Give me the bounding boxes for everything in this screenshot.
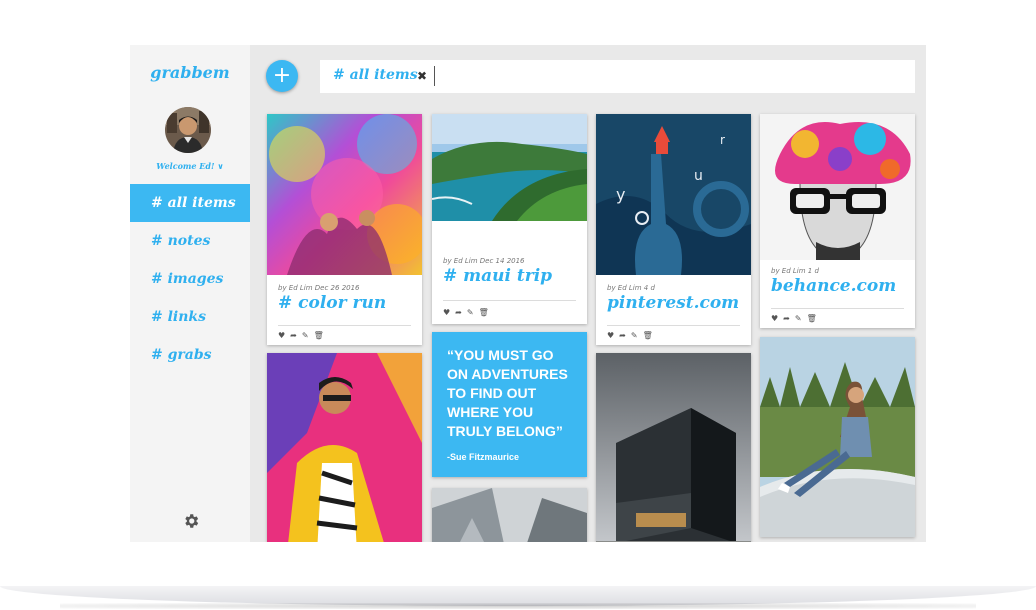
card-byline: by Ed Lim 1 d — [771, 267, 819, 275]
card-pinterest[interactable]: y u r by Ed Lim 4 d pinterest.com ♥➦✎🗑 — [596, 114, 751, 345]
building-image — [596, 353, 751, 542]
edit-icon[interactable]: ✎ — [795, 314, 807, 323]
maui-trip-image — [432, 114, 587, 221]
quote-card[interactable]: “YOU MUST GO ON ADVENTURES TO FIND OUT W… — [432, 332, 587, 477]
card-title[interactable]: pinterest.com — [607, 293, 739, 313]
card-building-image[interactable] — [596, 353, 751, 542]
svg-text:r: r — [720, 133, 725, 147]
active-tag-filter: # all items — [333, 67, 418, 83]
heart-icon[interactable]: ♥ — [771, 314, 783, 323]
gear-icon[interactable] — [182, 512, 200, 530]
sidebar: grabbem Welcome Ed! ∨ # all items # note… — [130, 45, 250, 542]
laptop-shadow — [60, 603, 976, 609]
search-input[interactable] — [434, 66, 907, 86]
card-actions: ♥➦✎🗑 — [278, 331, 329, 340]
edit-icon[interactable]: ✎ — [467, 308, 479, 317]
card-behance[interactable]: by Ed Lim 1 d behance.com ♥➦✎🗑 — [760, 114, 915, 328]
card-title[interactable]: behance.com — [771, 276, 896, 296]
card-byline: by Ed Lim 4 d — [607, 284, 655, 292]
edit-icon[interactable]: ✎ — [631, 331, 643, 340]
trash-icon[interactable]: 🗑 — [807, 314, 822, 323]
share-icon[interactable]: ➦ — [783, 314, 795, 323]
card-actions: ♥➦✎🗑 — [607, 331, 658, 340]
trash-icon[interactable]: 🗑 — [643, 331, 658, 340]
card-travel-image[interactable] — [760, 337, 915, 537]
card-fashion-image[interactable] — [267, 353, 422, 542]
card-byline: by Ed Lim Dec 26 2016 — [278, 284, 360, 292]
sidebar-item-links[interactable]: # links — [130, 298, 250, 336]
behance-image — [760, 114, 915, 260]
svg-text:u: u — [694, 168, 703, 184]
card-architecture-image[interactable] — [432, 488, 587, 542]
card-maui-trip[interactable]: by Ed Lim Dec 14 2016 # maui trip ♥➦✎🗑 — [432, 114, 587, 324]
card-divider — [607, 325, 740, 326]
welcome-menu[interactable]: Welcome Ed! ∨ — [130, 161, 250, 171]
sidebar-nav: # all items # notes # images # links # g… — [130, 184, 250, 374]
clear-filter-icon[interactable]: ✖ — [417, 60, 427, 92]
app-screen: grabbem Welcome Ed! ∨ # all items # note… — [130, 45, 926, 542]
sidebar-item-all-items[interactable]: # all items — [130, 184, 250, 222]
heart-icon[interactable]: ♥ — [278, 331, 290, 340]
architecture-image — [432, 488, 587, 542]
edit-icon[interactable]: ✎ — [302, 331, 314, 340]
card-color-run[interactable]: by Ed Lim Dec 26 2016 # color run ♥➦✎🗑 — [267, 114, 422, 345]
sidebar-item-notes[interactable]: # notes — [130, 222, 250, 260]
share-icon[interactable]: ➦ — [619, 331, 631, 340]
card-title[interactable]: # maui trip — [443, 266, 552, 286]
card-divider — [443, 300, 576, 301]
sidebar-item-images[interactable]: # images — [130, 260, 250, 298]
svg-text:y: y — [616, 185, 625, 204]
heart-icon[interactable]: ♥ — [607, 331, 619, 340]
card-byline: by Ed Lim Dec 14 2016 — [443, 257, 525, 265]
quote-text: “YOU MUST GO ON ADVENTURES TO FIND OUT W… — [447, 347, 568, 439]
heart-icon[interactable]: ♥ — [443, 308, 455, 317]
share-icon[interactable]: ➦ — [290, 331, 302, 340]
quote-author: -Sue Fitzmaurice — [447, 452, 520, 462]
avatar[interactable] — [165, 107, 211, 153]
trash-icon[interactable]: 🗑 — [479, 308, 494, 317]
trash-icon[interactable]: 🗑 — [314, 331, 329, 340]
pinterest-image: y u r — [596, 114, 751, 275]
sidebar-item-grabs[interactable]: # grabs — [130, 336, 250, 374]
card-title[interactable]: # color run — [278, 293, 386, 313]
fashion-image — [267, 353, 422, 542]
search-bar: # all items ✖ — [320, 60, 915, 93]
card-divider — [278, 325, 411, 326]
add-item-button[interactable]: + — [266, 60, 298, 92]
color-run-image — [267, 114, 422, 275]
card-divider — [771, 308, 904, 309]
card-actions: ♥➦✎🗑 — [443, 308, 494, 317]
app-logo[interactable]: grabbem — [130, 63, 250, 82]
card-actions: ♥➦✎🗑 — [771, 314, 822, 323]
travel-image — [760, 337, 915, 537]
share-icon[interactable]: ➦ — [455, 308, 467, 317]
